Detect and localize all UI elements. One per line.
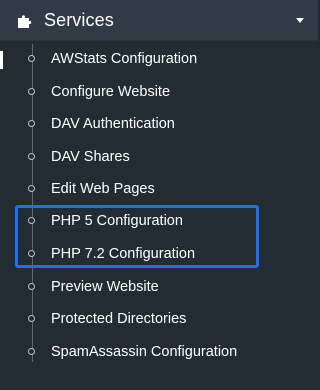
menu-item-awstats-configuration[interactable]: AWStats Configuration: [0, 44, 318, 76]
menu-item-label: DAV Authentication: [51, 116, 175, 132]
sidebar: Services AWStats Configuration Configure…: [0, 0, 318, 390]
menu-item-label: SpamAssassin Configuration: [51, 344, 238, 360]
menu-item-label: Configure Website: [51, 84, 171, 100]
menu-item-label: AWStats Configuration: [51, 51, 198, 67]
menu-item-preview-website[interactable]: Preview Website: [0, 272, 318, 304]
menu-item-label: Protected Directories: [51, 311, 187, 327]
bullet-icon: [28, 153, 35, 160]
bullet-icon: [28, 120, 35, 127]
highlight-box: [15, 205, 259, 268]
bullet-icon: [28, 283, 35, 290]
menu-item-dav-authentication[interactable]: DAV Authentication: [0, 109, 318, 141]
menu-item-spamassassin-configuration[interactable]: SpamAssassin Configuration: [0, 337, 318, 369]
bullet-icon: [28, 185, 35, 192]
menu-item-label: Edit Web Pages: [51, 181, 155, 197]
menu-item-edit-web-pages[interactable]: Edit Web Pages: [0, 174, 318, 206]
menu-item-dav-shares[interactable]: DAV Shares: [0, 142, 318, 174]
section-title: Services: [44, 10, 114, 30]
caret-down-icon[interactable]: [296, 18, 304, 23]
menu-item-configure-website[interactable]: Configure Website: [0, 77, 318, 109]
menu-item-label: Preview Website: [51, 279, 159, 295]
puzzle-icon: [16, 11, 36, 31]
bullet-icon: [28, 315, 35, 322]
bullet-icon: [28, 88, 35, 95]
menu-item-protected-directories[interactable]: Protected Directories: [0, 304, 318, 336]
menu-item-label: DAV Shares: [51, 149, 130, 165]
bullet-icon: [28, 348, 35, 355]
services-section-header[interactable]: Services: [0, 0, 318, 41]
bullet-icon: [28, 55, 35, 62]
